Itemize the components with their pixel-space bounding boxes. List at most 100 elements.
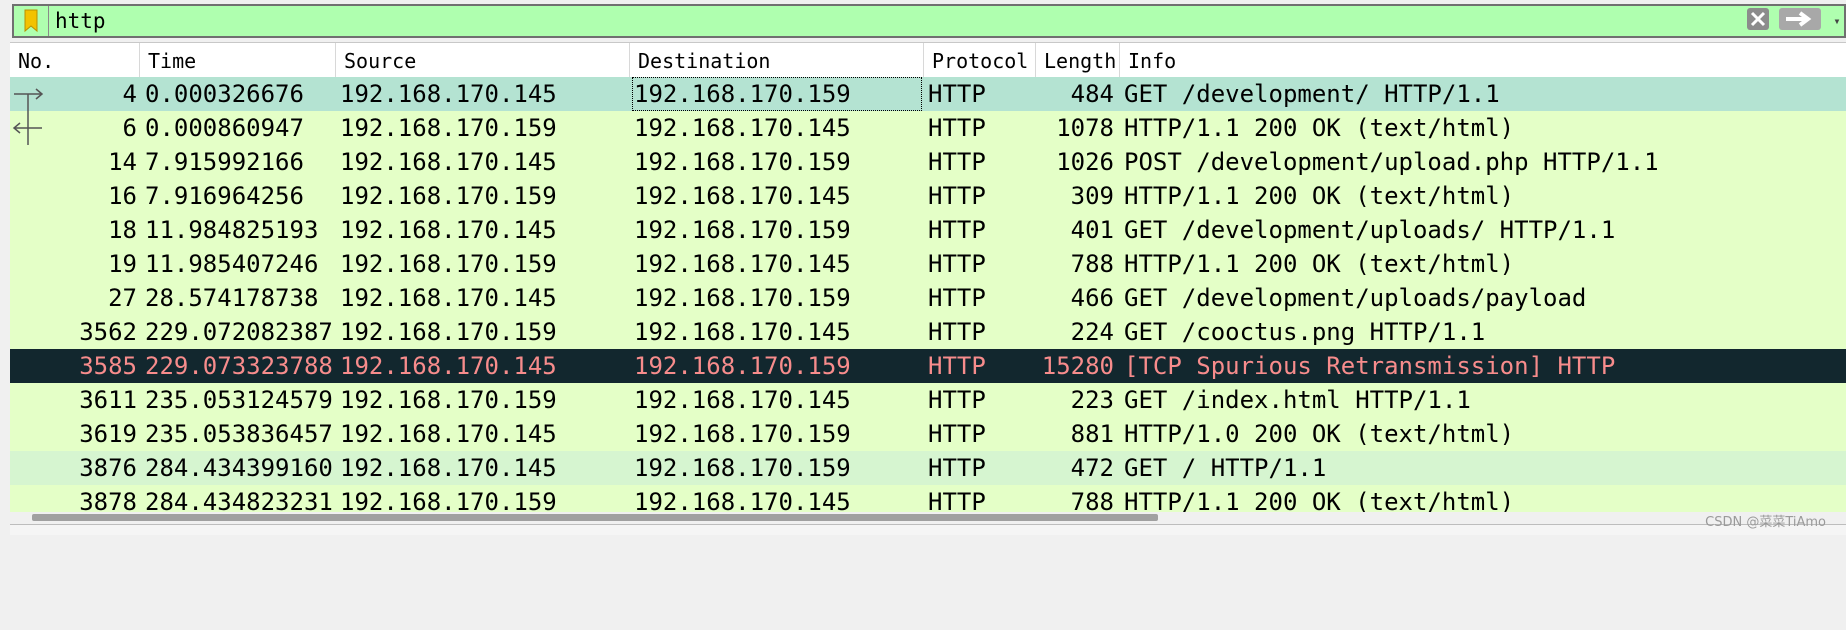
packet-length: 224 [1070,318,1114,346]
packet-number: 18 [108,216,137,244]
packet-length: 401 [1070,216,1114,244]
packet-length: 309 [1070,182,1114,210]
display-filter-bar: ▾ [12,4,1846,38]
clear-x-icon [1746,7,1770,35]
chevron-down-icon: ▾ [1833,14,1841,28]
packet-protocol: HTTP [928,352,986,380]
display-filter-input[interactable] [49,5,1744,37]
column-header-destination[interactable]: Destination [630,43,924,77]
packet-row[interactable]: 3619 235.053836457 192.168.170.145 192.168.… [10,417,1846,451]
packet-time: 11.984825193 [145,216,319,244]
packet-length: 472 [1070,454,1114,482]
packet-destination: 192.168.170.145 [634,250,851,278]
packet-protocol: HTTP [928,318,986,346]
column-header-info[interactable]: Info [1120,43,1846,77]
packet-info: GET /cooctus.png HTTP/1.1 [1124,318,1486,346]
packet-protocol: HTTP [928,386,986,414]
packet-row[interactable]: 18 11.984825193 192.168.170.145 192.168.170… [10,213,1846,247]
packet-length: 1078 [1056,114,1114,142]
packet-number: 27 [108,284,137,312]
packet-destination: 192.168.170.159 [634,352,851,380]
packet-length: 466 [1070,284,1114,312]
packet-source: 192.168.170.145 [340,420,557,448]
packet-time: 235.053124579 [145,386,333,414]
packet-info: GET /index.html HTTP/1.1 [1124,386,1471,414]
packet-time: 7.916964256 [145,182,304,210]
packet-row[interactable]: 3562 229.072082387 192.168.170.159 192.168.… [10,315,1846,349]
packet-destination: 192.168.170.159 [634,420,851,448]
filter-bookmark-button[interactable] [14,6,49,36]
packet-protocol: HTTP [928,114,986,142]
packet-info: GET /development/uploads/ HTTP/1.1 [1124,216,1616,244]
packet-number: 3619 [79,420,137,448]
packet-time: 0.000326676 [145,80,304,108]
packet-source: 192.168.170.159 [340,488,557,513]
packet-number: 14 [108,148,137,176]
packet-row[interactable]: 3876 284.434399160 192.168.170.145 192.168.… [10,451,1846,485]
packet-protocol: HTTP [928,148,986,176]
packet-length: 788 [1070,250,1114,278]
packet-number: 3585 [79,352,137,380]
bookmark-icon [23,9,39,33]
packet-list: No. Time Source Destination Protocol Len… [10,42,1846,513]
packet-row[interactable]: 6 0.000860947 192.168.170.159 192.168.170.1… [10,111,1846,145]
column-header-length[interactable]: Length [1036,43,1120,77]
apply-filter-button[interactable] [1776,7,1824,35]
packet-info: GET /development/uploads/payload [1124,284,1587,312]
packet-protocol: HTTP [928,488,986,513]
column-header-source[interactable]: Source [336,43,630,77]
packet-length: 15280 [1041,352,1114,380]
packet-source: 192.168.170.145 [340,148,557,176]
packet-time: 284.434399160 [145,454,333,482]
clear-filter-button[interactable] [1744,7,1772,35]
packet-info: POST /development/upload.php HTTP/1.1 [1124,148,1659,176]
arrow-right-icon [1778,7,1822,35]
packet-length: 223 [1070,386,1114,414]
packet-source: 192.168.170.145 [340,284,557,312]
packet-source: 192.168.170.159 [340,250,557,278]
packet-info: [TCP Spurious Retransmission] HTTP [1124,352,1616,380]
packet-source: 192.168.170.145 [340,80,557,108]
filter-history-dropdown[interactable]: ▾ [1830,7,1844,35]
packet-source: 192.168.170.145 [340,216,557,244]
packet-destination: 192.168.170.145 [634,114,851,142]
packet-protocol: HTTP [928,420,986,448]
packet-time: 235.053836457 [145,420,333,448]
packet-info: HTTP/1.1 200 OK (text/html) [1124,250,1515,278]
packet-length: 484 [1070,80,1114,108]
scrollbar-thumb[interactable] [32,514,1158,521]
packet-row[interactable]: 3878 284.434823231 192.168.170.159 192.168.… [10,485,1846,513]
packet-row[interactable]: 14 7.915992166 192.168.170.145 192.168.170.… [10,145,1846,179]
packet-source: 192.168.170.159 [340,114,557,142]
packet-info: HTTP/1.0 200 OK (text/html) [1124,420,1515,448]
packet-number: 3878 [79,488,137,513]
packet-row[interactable]: 16 7.916964256 192.168.170.159 192.168.170.… [10,179,1846,213]
packet-row[interactable]: 3585 229.073323788 192.168.170.145 192.168.… [10,349,1846,383]
packet-row[interactable]: 27 28.574178738 192.168.170.145 192.168.170… [10,281,1846,315]
packet-length: 1026 [1056,148,1114,176]
column-header-time[interactable]: Time [140,43,336,77]
packet-number: 3562 [79,318,137,346]
packet-number: 16 [108,182,137,210]
packet-info: GET / HTTP/1.1 [1124,454,1327,482]
horizontal-scrollbar[interactable] [10,512,1846,522]
packet-protocol: HTTP [928,284,986,312]
packet-row[interactable]: 3611 235.053124579 192.168.170.159 192.168.… [10,383,1846,417]
packet-info: HTTP/1.1 200 OK (text/html) [1124,488,1515,513]
packet-row[interactable]: 4 0.000326676 192.168.170.145 192.168.170.1… [10,77,1846,111]
packet-destination: 192.168.170.159 [634,284,851,312]
packet-time: 28.574178738 [145,284,319,312]
packet-list-bottom-border [10,524,1846,535]
packet-row[interactable]: 19 11.985407246 192.168.170.159 192.168.170… [10,247,1846,281]
packet-info: GET /development/ HTTP/1.1 [1124,80,1500,108]
packet-source: 192.168.170.145 [340,454,557,482]
packet-time: 229.073323788 [145,352,333,380]
packet-source: 192.168.170.159 [340,318,557,346]
column-header-no[interactable]: No. [10,43,140,77]
packet-length: 788 [1070,488,1114,513]
column-header-protocol[interactable]: Protocol [924,43,1036,77]
left-edge [0,42,10,630]
packet-source: 192.168.170.159 [340,182,557,210]
packet-source: 192.168.170.159 [340,386,557,414]
packet-protocol: HTTP [928,80,986,108]
